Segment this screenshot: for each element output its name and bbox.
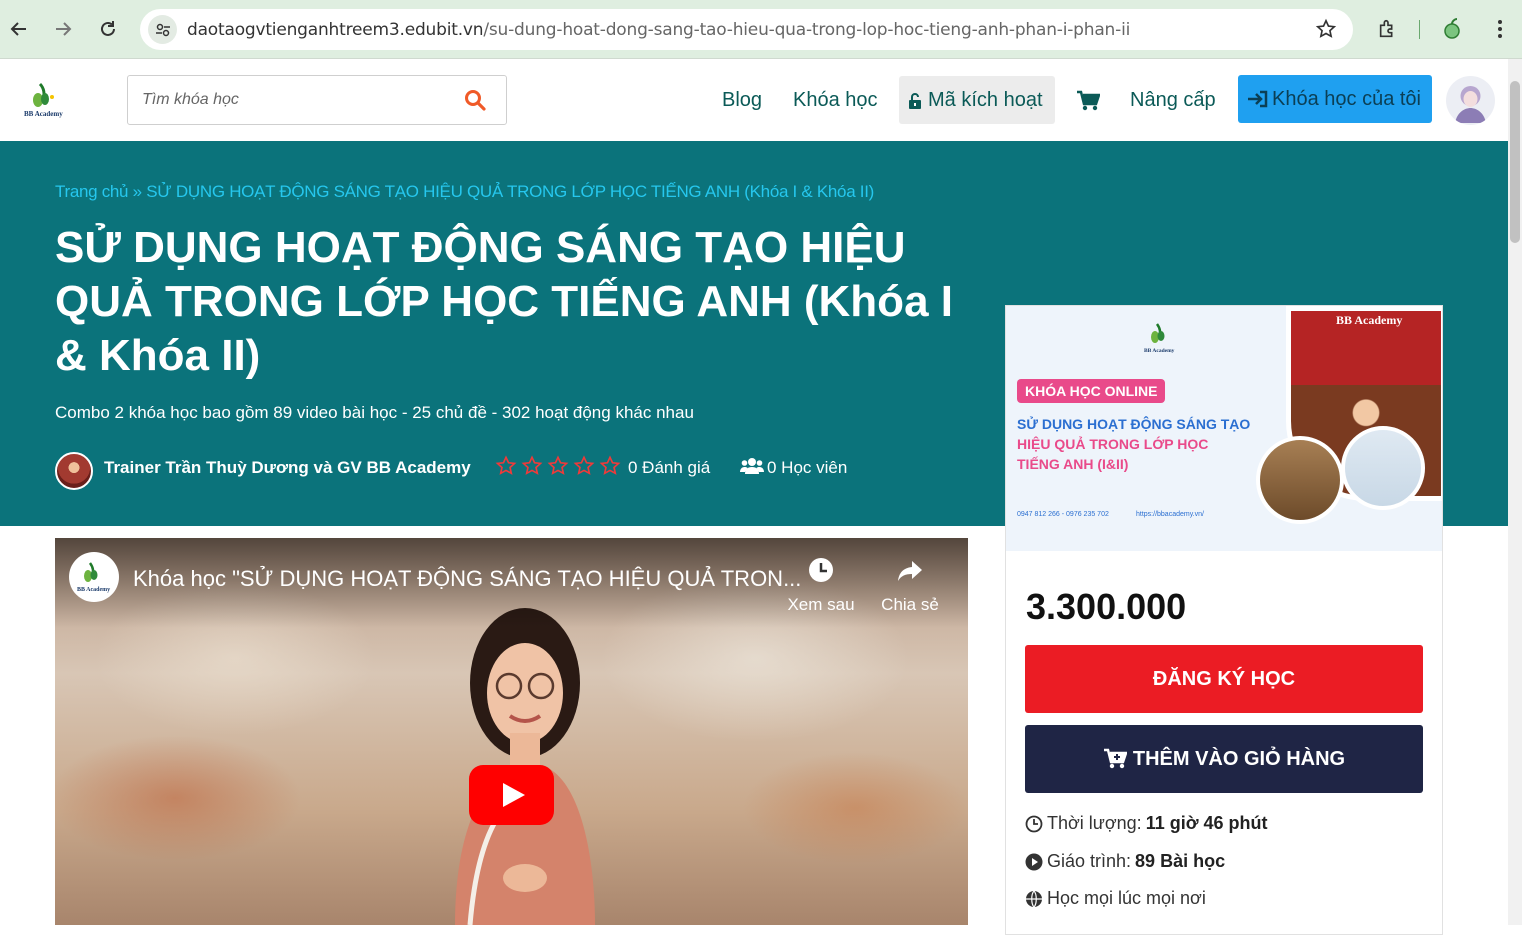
- course-price: 3.300.000: [1026, 586, 1187, 627]
- back-icon[interactable]: [4, 14, 34, 44]
- clock-icon: [809, 558, 833, 582]
- purchase-card: BB Academy BB Academy KHÓA HỌC ONLINE SỬ…: [1005, 305, 1443, 935]
- scrollbar-thumb[interactable]: [1510, 81, 1520, 243]
- course-preview-video[interactable]: BB Academy Khóa học "SỬ DỤNG HOẠT ĐỘNG S…: [55, 538, 968, 925]
- rating-stars: [495, 455, 621, 477]
- banner-line-3: TIẾNG ANH (I&II): [1017, 456, 1129, 472]
- menu-kebab-icon[interactable]: [1485, 14, 1515, 44]
- course-title: SỬ DỤNG HOẠT ĐỘNG SÁNG TẠO HIỆU QUẢ TRON…: [55, 223, 953, 380]
- course-banner-image: BB Academy BB Academy KHÓA HỌC ONLINE SỬ…: [1006, 306, 1442, 551]
- breadcrumb-current[interactable]: SỬ DỤNG HOẠT ĐỘNG SÁNG TẠO HIỆU QUẢ TRON…: [146, 182, 874, 201]
- youtube-play-button[interactable]: [469, 765, 554, 825]
- activation-code-label: Mã kích hoạt: [928, 89, 1043, 111]
- url-host: daotaogvtienganhtreem3.edubit.vn: [187, 20, 484, 40]
- forward-icon[interactable]: [48, 14, 78, 44]
- user-avatar[interactable]: [1446, 76, 1495, 125]
- banner-phone: 0947 812 266 - 0976 235 702: [1017, 511, 1109, 518]
- bookmark-star-icon[interactable]: [1315, 18, 1337, 45]
- banner-website: https://bbacademy.vn/: [1136, 511, 1204, 518]
- curriculum-row: Giáo trình: 89 Bài học: [1025, 851, 1225, 872]
- site-info-icon[interactable]: [148, 15, 177, 44]
- share-label: Chia sẻ: [881, 595, 939, 614]
- search-icon[interactable]: [464, 89, 486, 116]
- my-courses-button[interactable]: Khóa học của tôi: [1238, 75, 1432, 123]
- duration-label: Thời lượng:: [1047, 813, 1142, 833]
- my-courses-label: Khóa học của tôi: [1272, 88, 1421, 110]
- banner-line-2: HIỆU QUẢ TRONG LỚP HỌC: [1017, 436, 1209, 452]
- svg-text:BB Academy: BB Academy: [24, 110, 63, 118]
- add-to-cart-button[interactable]: THÊM VÀO GIỎ HÀNG: [1025, 725, 1423, 793]
- star-icon: [573, 455, 595, 475]
- share-arrow-icon: [898, 561, 922, 581]
- video-presenter-image: [455, 608, 595, 925]
- breadcrumb-separator: »: [132, 182, 142, 201]
- duration-value: 11 giờ 46 phút: [1145, 813, 1268, 833]
- trainer-name[interactable]: Trainer Trần Thuỳ Dương và GV BB Academy: [104, 458, 471, 478]
- students-count: 0 Học viên: [767, 458, 848, 477]
- add-to-cart-label: THÊM VÀO GIỎ HÀNG: [1132, 747, 1346, 770]
- extensions-icon[interactable]: [1373, 14, 1403, 44]
- share-button[interactable]: Chia sẻ: [875, 556, 945, 615]
- anywhere-row: Học mọi lúc mọi nơi: [1025, 888, 1206, 909]
- site-header: BB Academy Blog Khóa học Mã kích hoạt Nâ…: [0, 59, 1508, 141]
- svg-text:BB Academy: BB Academy: [77, 587, 110, 593]
- search-input[interactable]: [128, 76, 448, 124]
- users-icon: [740, 457, 764, 480]
- toolbar-divider: [1419, 20, 1420, 39]
- duration-row: Thời lượng: 11 giờ 46 phút: [1025, 813, 1268, 834]
- profile-extension-icon[interactable]: [1437, 14, 1467, 44]
- browser-toolbar: daotaogvtienganhtreem3.edubit.vn/su-dung…: [0, 0, 1522, 59]
- nav-upgrade-link[interactable]: Nâng cấp: [1130, 89, 1216, 112]
- globe-icon: [1026, 890, 1042, 907]
- activation-code-button[interactable]: Mã kích hoạt: [899, 76, 1055, 124]
- watch-later-label: Xem sau: [787, 595, 855, 614]
- banner-photo-label: BB Academy: [1336, 313, 1403, 327]
- address-bar[interactable]: daotaogvtienganhtreem3.edubit.vn/su-dung…: [140, 9, 1353, 50]
- watch-later-button[interactable]: Xem sau: [786, 556, 856, 615]
- reload-icon[interactable]: [93, 14, 123, 44]
- star-icon: [521, 455, 543, 475]
- clock-icon: [1025, 815, 1043, 832]
- unlock-icon: [908, 93, 922, 115]
- breadcrumb: Trang chủ » SỬ DỤNG HOẠT ĐỘNG SÁNG TẠO H…: [55, 182, 874, 202]
- cart-icon: [1103, 748, 1127, 769]
- cart-icon[interactable]: [1076, 90, 1101, 117]
- trainer-avatar: [55, 452, 93, 490]
- banner-badge: KHÓA HỌC ONLINE: [1017, 379, 1166, 403]
- site-logo[interactable]: BB Academy: [22, 80, 72, 120]
- curriculum-value: 89 Bài học: [1135, 851, 1226, 871]
- breadcrumb-home-link[interactable]: Trang chủ: [55, 182, 129, 201]
- url-path: /su-dung-hoat-dong-sang-tao-hieu-qua-tro…: [483, 20, 1131, 40]
- svg-text:BB Academy: BB Academy: [1144, 348, 1175, 354]
- channel-logo[interactable]: BB Academy: [69, 552, 119, 602]
- banner-logo: BB Academy: [1141, 321, 1181, 356]
- course-subtitle: Combo 2 khóa học bao gồm 89 video bài họ…: [55, 403, 694, 422]
- page-scrollbar[interactable]: [1508, 59, 1522, 925]
- banner-photo-class: [1341, 426, 1425, 510]
- star-icon: [495, 455, 517, 475]
- course-search: [127, 75, 507, 125]
- curriculum-label: Giáo trình:: [1047, 851, 1132, 871]
- url-text: daotaogvtienganhtreem3.edubit.vn/su-dung…: [187, 20, 1130, 40]
- nav-courses-link[interactable]: Khóa học: [793, 89, 878, 112]
- rating-count: 0 Đánh giá: [628, 458, 711, 477]
- video-title[interactable]: Khóa học "SỬ DỤNG HOẠT ĐỘNG SÁNG TẠO HIỆ…: [133, 566, 801, 592]
- register-button[interactable]: ĐĂNG KÝ HỌC: [1025, 645, 1423, 713]
- star-icon: [547, 455, 569, 475]
- sign-in-icon: [1247, 90, 1269, 113]
- banner-line-1: SỬ DỤNG HOẠT ĐỘNG SÁNG TẠO: [1017, 416, 1251, 432]
- play-circle-icon: [1025, 853, 1043, 870]
- banner-photo-puppet: [1256, 436, 1344, 524]
- star-icon: [599, 455, 621, 475]
- anywhere-label: Học mọi lúc mọi nơi: [1047, 888, 1206, 908]
- nav-blog-link[interactable]: Blog: [722, 89, 762, 112]
